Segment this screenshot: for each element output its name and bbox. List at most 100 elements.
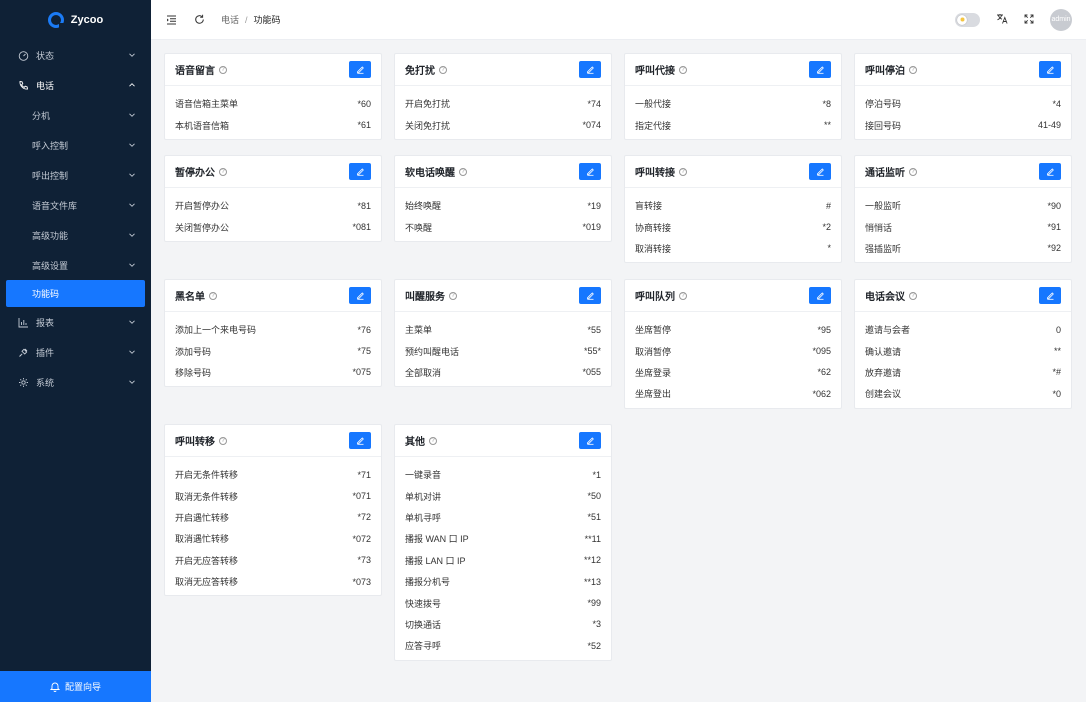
edit-button[interactable] <box>1039 61 1061 78</box>
card-header: 呼叫停泊? <box>855 54 1071 86</box>
code-row: 快速拨号 *99 <box>405 592 601 613</box>
gear-icon <box>18 377 29 388</box>
edit-icon <box>356 292 364 300</box>
code-label: 取消无应答转移 <box>175 577 239 588</box>
code-row: 悄悄话 *91 <box>865 216 1061 237</box>
edit-button[interactable] <box>349 163 371 180</box>
code-label: 接回号码 <box>865 120 902 131</box>
code-row: 单机对讲 *50 <box>405 485 601 506</box>
menu-fold-icon[interactable] <box>165 14 177 26</box>
help-icon[interactable]: ? <box>209 291 217 300</box>
code-row: 播报 WAN 口 IP **11 <box>405 528 601 549</box>
code-value: *073 <box>352 576 371 587</box>
code-row: 取消暂停 *095 <box>635 340 831 361</box>
help-icon[interactable]: ? <box>909 167 917 176</box>
edit-icon <box>1046 66 1054 74</box>
edit-button[interactable] <box>579 432 601 449</box>
card-header: 呼叫代接? <box>625 54 841 86</box>
translate-icon[interactable] <box>996 13 1008 26</box>
feature-card: 其他? 一键录音 *1 单机对讲 *50 单机寻呼 *51 播报 WAN 口 IP **11 播报… <box>394 424 612 661</box>
edit-icon <box>816 66 824 74</box>
edit-icon <box>586 66 594 74</box>
edit-button[interactable] <box>579 61 601 78</box>
edit-button[interactable] <box>349 287 371 304</box>
card-header: 暂停办公? <box>165 156 381 188</box>
code-value: *62 <box>817 367 831 378</box>
code-list: 停泊号码 *4 接回号码 41-49 <box>855 86 1071 136</box>
help-icon[interactable]: ? <box>219 65 227 74</box>
edit-button[interactable] <box>1039 287 1061 304</box>
code-label: 单机对讲 <box>405 491 442 502</box>
avatar[interactable]: admin <box>1050 8 1072 31</box>
code-list: 坐席暂停 *95 取消暂停 *095 坐席登录 *62 坐席登出 *062 <box>625 312 841 405</box>
edit-button[interactable] <box>579 163 601 180</box>
help-icon[interactable]: ? <box>459 167 467 176</box>
code-label: 坐席登出 <box>635 389 672 400</box>
breadcrumb-item[interactable]: 电话 <box>221 15 239 25</box>
sidebar-item[interactable]: 插件 <box>0 337 151 367</box>
code-list: 盲转接 # 协商转接 *2 取消转接 * <box>625 188 841 259</box>
feature-card: 语音留言? 语音信箱主菜单 *60 本机语音信箱 *61 <box>164 53 382 140</box>
config-wizard-button[interactable]: 配置向导 <box>0 671 151 702</box>
code-row: 协商转接 *2 <box>635 216 831 237</box>
help-icon[interactable]: ? <box>679 291 687 300</box>
edit-button[interactable] <box>809 287 831 304</box>
code-row: 播报分机号 **13 <box>405 571 601 592</box>
help-icon[interactable]: ? <box>679 65 687 74</box>
code-label: 关闭免打扰 <box>405 120 451 131</box>
code-label: 停泊号码 <box>865 99 902 110</box>
sidebar-item[interactable]: 状态 <box>0 40 151 70</box>
card-header: 软电话唤醒? <box>395 156 611 188</box>
sidebar-item[interactable]: 呼入控制 <box>0 130 151 160</box>
chevron-down-icon <box>129 53 135 57</box>
code-label: 不唤醒 <box>405 222 433 233</box>
refresh-icon[interactable] <box>193 14 205 26</box>
edit-button[interactable] <box>809 61 831 78</box>
sidebar-item-label: 语音文件库 <box>32 200 78 211</box>
help-icon[interactable]: ? <box>449 291 457 300</box>
fullscreen-icon[interactable] <box>1024 14 1034 26</box>
chevron-up-icon <box>129 83 135 87</box>
code-row: 应答寻呼 *52 <box>405 635 601 656</box>
card-header: 免打扰? <box>395 54 611 86</box>
feature-card: 通话监听? 一般监听 *90 悄悄话 *91 强插监听 *92 <box>854 155 1072 264</box>
code-value: *19 <box>587 200 601 211</box>
edit-button[interactable] <box>809 163 831 180</box>
code-label: 移除号码 <box>175 367 212 378</box>
sidebar-item[interactable]: 高级设置 <box>0 250 151 280</box>
code-value: * <box>827 243 831 254</box>
help-icon[interactable]: ? <box>909 291 917 300</box>
help-icon[interactable]: ? <box>679 167 687 176</box>
edit-button[interactable] <box>1039 163 1061 180</box>
app-name: Zycoo <box>70 14 104 26</box>
sidebar-item[interactable]: 系统 <box>0 367 151 397</box>
edit-button[interactable] <box>349 61 371 78</box>
edit-button[interactable] <box>579 287 601 304</box>
sidebar-item[interactable]: 报表 <box>0 307 151 337</box>
bell-icon <box>49 682 60 692</box>
card-header: 呼叫转接? <box>625 156 841 188</box>
logo[interactable]: Zycoo <box>0 0 151 40</box>
code-value: *3 <box>592 619 601 630</box>
sidebar-item[interactable]: 分机 <box>0 100 151 130</box>
code-value: *074 <box>582 120 601 131</box>
help-icon[interactable]: ? <box>439 65 447 74</box>
code-row: 关闭免打扰 *074 <box>405 114 601 135</box>
help-icon[interactable]: ? <box>219 436 227 445</box>
code-row: 移除号码 *075 <box>175 362 371 383</box>
edit-button[interactable] <box>349 432 371 449</box>
edit-icon <box>586 437 594 445</box>
theme-toggle[interactable] <box>955 12 980 27</box>
code-label: 切换通话 <box>405 619 442 630</box>
sidebar-item[interactable]: 呼出控制 <box>0 160 151 190</box>
code-value: *99 <box>587 598 601 609</box>
sidebar-item[interactable]: 功能码 <box>6 280 145 307</box>
sidebar-item[interactable]: 电话 <box>0 70 151 100</box>
help-icon[interactable]: ? <box>429 436 437 445</box>
code-list: 开启免打扰 *74 关闭免打扰 *074 <box>395 86 611 136</box>
help-icon[interactable]: ? <box>909 65 917 74</box>
sidebar-item[interactable]: 语音文件库 <box>0 190 151 220</box>
sidebar-item[interactable]: 高级功能 <box>0 220 151 250</box>
edit-icon <box>586 168 594 176</box>
help-icon[interactable]: ? <box>219 167 227 176</box>
